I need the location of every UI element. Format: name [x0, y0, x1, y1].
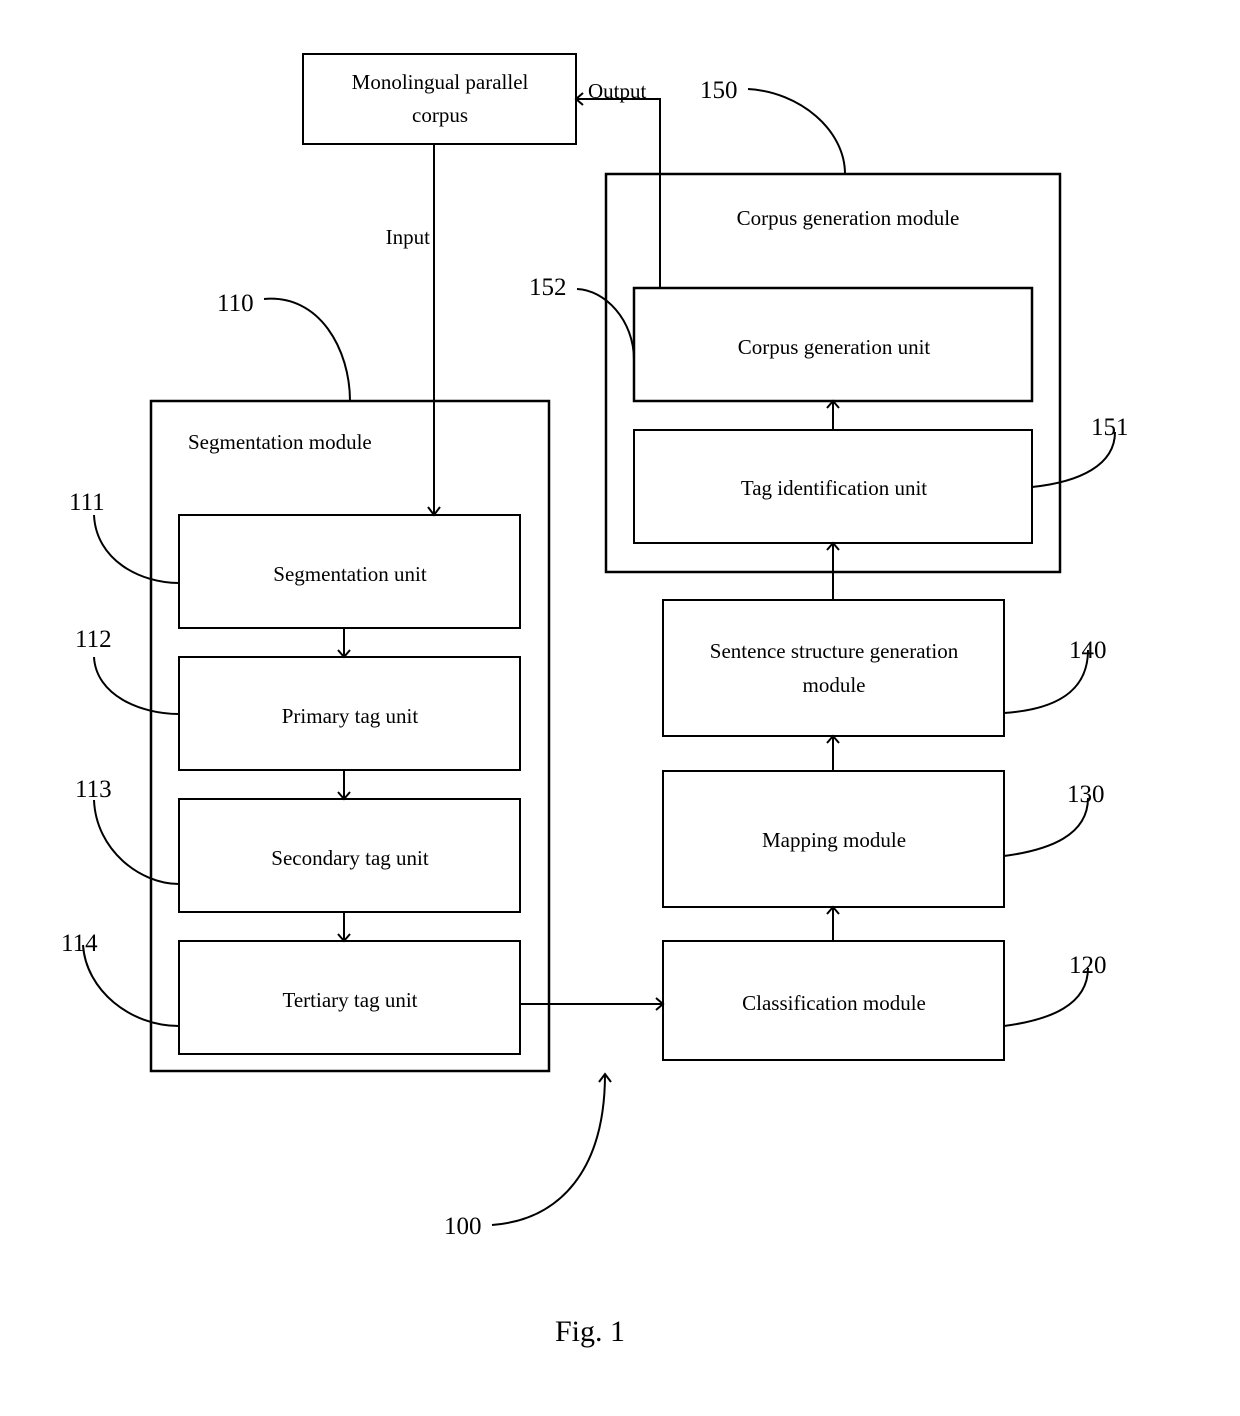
- mapping-module-label: Mapping module: [762, 828, 906, 852]
- sentence-structure-module-label-line1: Sentence structure generation: [710, 639, 959, 663]
- ref-150: 150: [700, 77, 738, 104]
- sentence-structure-module-box: [662, 599, 1005, 737]
- input-label: Input: [386, 225, 430, 249]
- tag-identification-unit-label: Tag identification unit: [741, 476, 927, 500]
- ref-110: 110: [217, 290, 254, 317]
- corpus-generation-unit-label: Corpus generation unit: [738, 335, 931, 359]
- corpus-box: Monolingual parallel corpus: [302, 53, 577, 145]
- ref-152: 152: [529, 274, 567, 301]
- corpus-box-label-line1: Monolingual parallel: [352, 70, 529, 94]
- ref-151: 151: [1091, 414, 1129, 441]
- ref-114: 114: [61, 930, 98, 957]
- secondary-tag-unit-label: Secondary tag unit: [271, 846, 429, 870]
- leader-100: [491, 1073, 606, 1226]
- sentence-structure-module-label-line2: module: [803, 673, 866, 697]
- segmentation-unit-label: Segmentation unit: [273, 562, 427, 586]
- segmentation-module: Segmentation module Segmentation unit Pr…: [149, 399, 551, 1073]
- tertiary-tag-unit-label: Tertiary tag unit: [283, 988, 418, 1012]
- corpus-box-frame: [302, 53, 577, 145]
- output-label: Output: [588, 79, 647, 103]
- ref-130: 130: [1067, 781, 1105, 808]
- corpus-generation-module-title: Corpus generation module: [737, 206, 960, 230]
- corpus-generation-module: Corpus generation module Corpus generati…: [604, 172, 1062, 574]
- classification-module: Classification module: [662, 940, 1005, 1061]
- ref-100: 100: [444, 1213, 482, 1240]
- ref-112: 112: [75, 626, 112, 653]
- ref-113: 113: [75, 776, 112, 803]
- primary-tag-unit-label: Primary tag unit: [282, 704, 419, 728]
- classification-module-label: Classification module: [742, 991, 926, 1015]
- leader-150: [747, 88, 846, 175]
- sentence-structure-module: Sentence structure generation module: [662, 599, 1005, 737]
- corpus-box-label-line2: corpus: [412, 103, 468, 127]
- patent-block-diagram: Monolingual parallel corpus Segmentation…: [61, 53, 1129, 1348]
- figure-caption: Fig. 1: [555, 1315, 625, 1348]
- segmentation-module-title: Segmentation module: [188, 430, 372, 454]
- mapping-module: Mapping module: [662, 770, 1005, 908]
- ref-111: 111: [69, 489, 105, 516]
- leader-110: [263, 297, 351, 402]
